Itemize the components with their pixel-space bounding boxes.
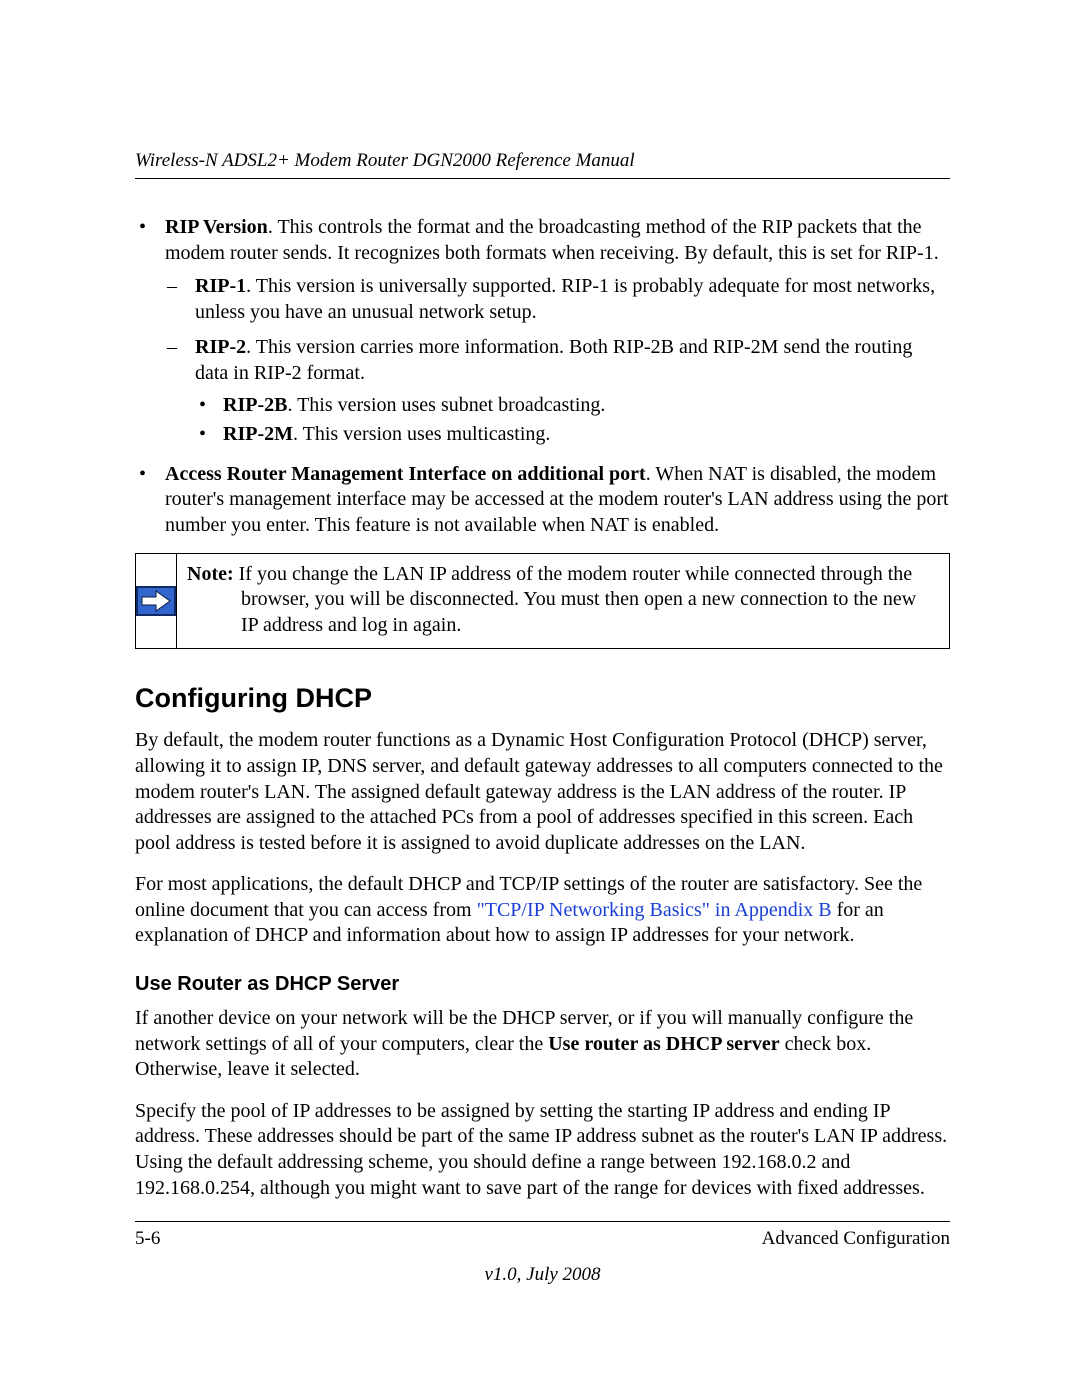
list-item: RIP-2M. This version uses multicasting. bbox=[223, 422, 950, 448]
term: RIP-1 bbox=[195, 275, 246, 297]
list-item: RIP-2B. This version uses subnet broadca… bbox=[223, 393, 950, 419]
document-version: v1.0, July 2008 bbox=[135, 1264, 950, 1286]
arrow-right-icon bbox=[136, 586, 176, 616]
body-text: . This version carries more information.… bbox=[195, 336, 912, 384]
term: Access Router Management Interface on ad… bbox=[165, 463, 646, 485]
note-callout: Note: If you change the LAN IP address o… bbox=[135, 553, 950, 650]
note-icon-cell bbox=[136, 554, 177, 649]
bullet-list: RIP Version. This controls the format an… bbox=[135, 215, 950, 539]
note-body: If you change the LAN IP address of the … bbox=[234, 563, 917, 636]
ui-label: Use router as DHCP server bbox=[548, 1033, 779, 1055]
note-text: Note: If you change the LAN IP address o… bbox=[177, 554, 949, 649]
bullet-list: RIP-2B. This version uses subnet broadca… bbox=[195, 393, 950, 448]
paragraph: Specify the pool of IP addresses to be a… bbox=[135, 1099, 950, 1201]
running-header: Wireless-N ADSL2+ Modem Router DGN2000 R… bbox=[135, 150, 950, 179]
page-number: 5-6 bbox=[135, 1228, 160, 1250]
cross-reference-link[interactable]: "TCP/IP Networking Basics" in Appendix B bbox=[477, 899, 832, 921]
term: RIP-2 bbox=[195, 336, 246, 358]
body-text: . This controls the format and the broad… bbox=[165, 216, 939, 264]
section-heading: Configuring DHCP bbox=[135, 683, 950, 714]
body-text: . This version uses multicasting. bbox=[293, 423, 550, 445]
page-footer: 5-6 Advanced Configuration bbox=[135, 1221, 950, 1250]
chapter-title: Advanced Configuration bbox=[762, 1228, 950, 1250]
subsection-heading: Use Router as DHCP Server bbox=[135, 973, 950, 996]
list-item: RIP Version. This controls the format an… bbox=[165, 215, 950, 448]
list-item: RIP-2. This version carries more informa… bbox=[195, 335, 950, 447]
document-page: Wireless-N ADSL2+ Modem Router DGN2000 R… bbox=[0, 0, 1080, 1397]
bullet-list: RIP-1. This version is universally suppo… bbox=[165, 274, 950, 448]
note-label: Note: bbox=[187, 563, 234, 585]
paragraph: By default, the modem router functions a… bbox=[135, 728, 950, 856]
list-item: Access Router Management Interface on ad… bbox=[165, 462, 950, 539]
term: RIP Version bbox=[165, 216, 268, 238]
term: RIP-2B bbox=[223, 394, 287, 416]
paragraph: If another device on your network will b… bbox=[135, 1006, 950, 1083]
term: RIP-2M bbox=[223, 423, 293, 445]
paragraph: For most applications, the default DHCP … bbox=[135, 872, 950, 949]
list-item: RIP-1. This version is universally suppo… bbox=[195, 274, 950, 325]
body-text: . This version uses subnet broadcasting. bbox=[287, 394, 605, 416]
body-text: . This version is universally supported.… bbox=[195, 275, 935, 323]
